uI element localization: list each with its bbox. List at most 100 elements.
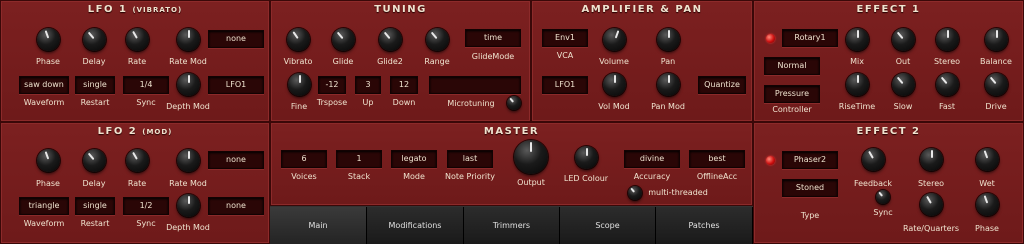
lfo2-waveform-select[interactable]: triangle bbox=[19, 197, 69, 215]
effect2-phase-knob[interactable] bbox=[976, 193, 999, 216]
effect1-type-select[interactable]: Rotary1 bbox=[782, 29, 838, 47]
note-priority-select[interactable]: last bbox=[447, 150, 493, 168]
fine-label: Fine bbox=[290, 102, 308, 111]
effect2-panel: EFFECT 2 Phaser2 Stoned Type Feedback St… bbox=[753, 122, 1024, 244]
lfo1-depth-mod-select[interactable]: LFO1 bbox=[208, 76, 264, 94]
lfo2-phase-knob[interactable] bbox=[37, 149, 60, 172]
lfo2-restart-select[interactable]: single bbox=[75, 197, 115, 215]
tab-main[interactable]: Main bbox=[270, 207, 367, 244]
amp-title: AMPLIFIER & PAN bbox=[581, 4, 703, 15]
effect1-risetime-knob[interactable] bbox=[846, 73, 869, 96]
effect2-rate-knob[interactable] bbox=[920, 193, 943, 216]
output-knob[interactable] bbox=[514, 140, 548, 174]
amp-lfo-select[interactable]: LFO1 bbox=[542, 76, 588, 94]
multithreaded-label: multi-threaded bbox=[648, 188, 708, 197]
vol-mod-knob[interactable] bbox=[603, 73, 626, 96]
lfo2-depth-mod-knob[interactable] bbox=[177, 194, 200, 217]
trspose-value[interactable]: -12 bbox=[318, 76, 346, 94]
effect1-fast-knob[interactable] bbox=[936, 73, 959, 96]
lfo2-rate-mod-knob[interactable] bbox=[177, 149, 200, 172]
lfo2-waveform-label: Waveform bbox=[23, 219, 65, 228]
tab-scope[interactable]: Scope bbox=[560, 207, 656, 244]
accuracy-select[interactable]: divine bbox=[624, 150, 680, 168]
effect2-enable-led[interactable] bbox=[766, 156, 775, 165]
effect2-stereo-knob[interactable] bbox=[920, 148, 943, 171]
effect2-wet-label: Wet bbox=[979, 179, 995, 188]
microtuning-field[interactable] bbox=[429, 76, 521, 94]
stack-select[interactable]: 1 bbox=[336, 150, 382, 168]
effect1-slow-label: Slow bbox=[893, 102, 913, 111]
voices-label: Voices bbox=[291, 172, 317, 181]
effect1-drive-knob[interactable] bbox=[985, 73, 1008, 96]
effect1-controller-select[interactable]: Pressure bbox=[764, 85, 820, 103]
lfo1-sync-select[interactable]: 1/4 bbox=[123, 76, 169, 94]
tab-trimmers[interactable]: Trimmers bbox=[464, 207, 560, 244]
lfo1-rate-label: Rate bbox=[127, 57, 147, 66]
up-value[interactable]: 3 bbox=[355, 76, 381, 94]
tab-modifications[interactable]: Modifications bbox=[367, 207, 464, 244]
glidemode-select[interactable]: time bbox=[465, 29, 521, 47]
microtuning-knob[interactable] bbox=[507, 96, 521, 110]
lfo2-depth-mod-select[interactable]: none bbox=[208, 197, 264, 215]
led-colour-label: LED Colour bbox=[563, 174, 609, 183]
lfo1-rate-mod-knob[interactable] bbox=[177, 28, 200, 51]
trspose-label: Trspose bbox=[316, 98, 348, 107]
fine-knob[interactable] bbox=[288, 73, 311, 96]
vca-select[interactable]: Env1 bbox=[542, 29, 588, 47]
lfo2-panel: LFO 2 (MOD) Phase Delay Rate Rate Mod no… bbox=[0, 122, 270, 244]
quantize-button[interactable]: Quantize bbox=[698, 76, 746, 94]
lfo1-phase-knob[interactable] bbox=[37, 28, 60, 51]
effect2-type-select[interactable]: Phaser2 bbox=[782, 151, 838, 169]
lfo2-rate-knob[interactable] bbox=[126, 149, 149, 172]
pan-mod-knob[interactable] bbox=[657, 73, 680, 96]
effect2-feedback-knob[interactable] bbox=[862, 148, 885, 171]
lfo1-rate-mod-select[interactable]: none bbox=[208, 30, 264, 48]
led-colour-knob[interactable] bbox=[575, 146, 598, 169]
lfo1-phase-label: Phase bbox=[36, 57, 60, 66]
effect1-out-knob[interactable] bbox=[892, 28, 915, 51]
effect2-feedback-label: Feedback bbox=[853, 179, 893, 188]
effect1-slow-knob[interactable] bbox=[892, 73, 915, 96]
microtuning-label: Microtuning bbox=[447, 99, 495, 108]
effect2-mode-select[interactable]: Stoned bbox=[782, 179, 838, 197]
lfo1-waveform-select[interactable]: saw down bbox=[19, 76, 69, 94]
range-knob[interactable] bbox=[426, 28, 449, 51]
vca-label: VCA bbox=[556, 51, 574, 60]
lfo2-phase-label: Phase bbox=[36, 179, 60, 188]
lfo1-rate-knob[interactable] bbox=[126, 28, 149, 51]
lfo2-sync-select[interactable]: 1/2 bbox=[123, 197, 169, 215]
effect2-phase-label: Phase bbox=[975, 224, 999, 233]
lfo2-rate-mod-select[interactable]: none bbox=[208, 151, 264, 169]
glide2-knob[interactable] bbox=[379, 28, 402, 51]
vibrato-knob[interactable] bbox=[287, 28, 310, 51]
offline-acc-label: OfflineAcc bbox=[696, 172, 738, 181]
lfo1-waveform-label: Waveform bbox=[23, 98, 65, 107]
effect1-controller-label: Controller bbox=[772, 105, 812, 114]
lfo2-title: LFO 2 (MOD) bbox=[97, 126, 173, 137]
glide-knob[interactable] bbox=[332, 28, 355, 51]
lfo2-delay-knob[interactable] bbox=[83, 149, 106, 172]
offline-acc-select[interactable]: best bbox=[689, 150, 745, 168]
multithreaded-toggle[interactable] bbox=[628, 186, 642, 200]
lfo1-depth-mod-knob[interactable] bbox=[177, 73, 200, 96]
lfo1-delay-knob[interactable] bbox=[83, 28, 106, 51]
down-value[interactable]: 12 bbox=[390, 76, 418, 94]
lfo1-restart-select[interactable]: single bbox=[75, 76, 115, 94]
lfo1-restart-label: Restart bbox=[80, 98, 110, 107]
effect1-stereo-knob[interactable] bbox=[936, 28, 959, 51]
effect1-balance-knob[interactable] bbox=[985, 28, 1008, 51]
tab-patches[interactable]: Patches bbox=[656, 207, 753, 244]
effect1-mix-knob[interactable] bbox=[846, 28, 869, 51]
effect2-sync-toggle[interactable] bbox=[876, 190, 890, 204]
glide-label: Glide bbox=[332, 57, 354, 66]
effect2-wet-knob[interactable] bbox=[976, 148, 999, 171]
effect1-title: EFFECT 1 bbox=[856, 4, 921, 15]
mode-select[interactable]: legato bbox=[391, 150, 437, 168]
volume-knob[interactable] bbox=[603, 28, 626, 51]
effect2-sync-label: Sync bbox=[873, 208, 893, 217]
pan-knob[interactable] bbox=[657, 28, 680, 51]
voices-select[interactable]: 6 bbox=[281, 150, 327, 168]
vol-mod-label: Vol Mod bbox=[598, 102, 630, 111]
effect1-mode-select[interactable]: Normal bbox=[764, 57, 820, 75]
effect1-enable-led[interactable] bbox=[766, 34, 775, 43]
